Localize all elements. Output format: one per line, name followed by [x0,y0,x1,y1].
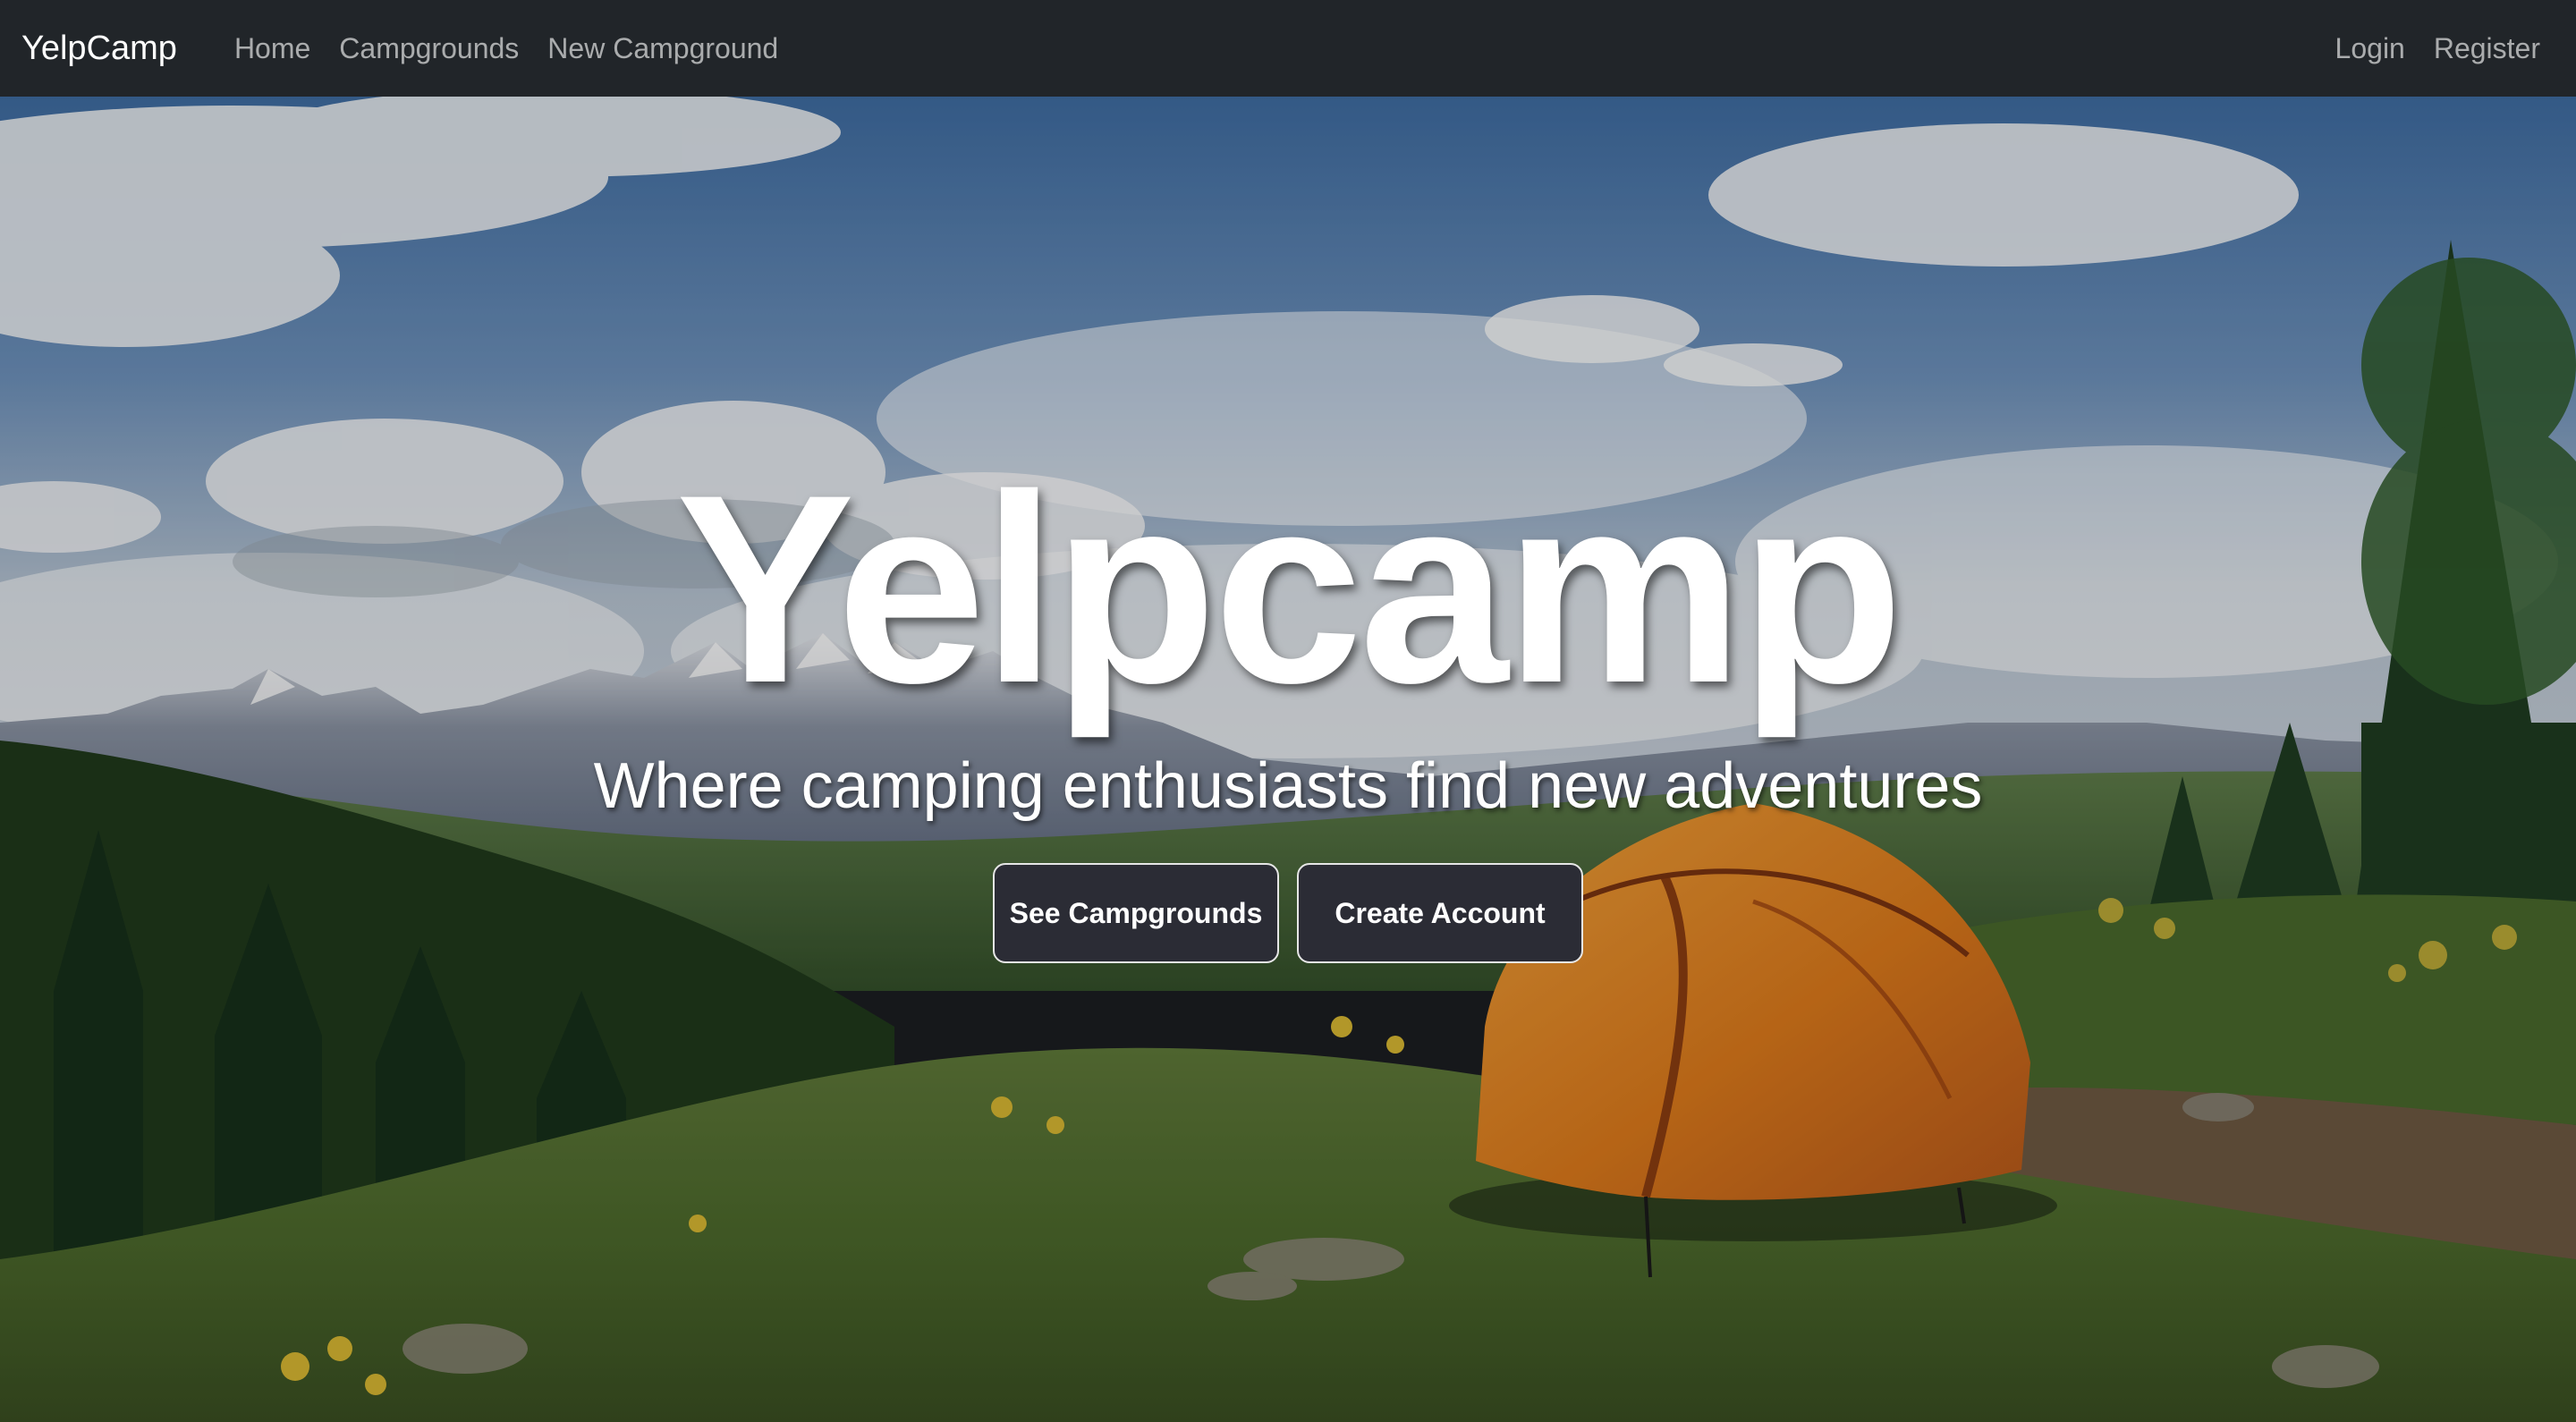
nav-link-login[interactable]: Login [2321,32,2419,65]
hero-subtitle: Where camping enthusiasts find new adven… [593,750,1983,822]
landing-page: YelpCamp Home Campgrounds New Campground… [0,0,2576,1422]
top-navbar: YelpCamp Home Campgrounds New Campground… [0,0,2576,97]
hero-actions: See Campgrounds Create Account [0,863,2576,963]
nav-link-home[interactable]: Home [220,32,325,65]
nav-link-register[interactable]: Register [2419,32,2555,65]
hero-title: Yelpcamp [675,438,1904,739]
see-campgrounds-button[interactable]: See Campgrounds [993,863,1279,963]
nav-link-new-campground[interactable]: New Campground [533,32,792,65]
nav-links: Home Campgrounds New Campground [220,32,792,65]
create-account-button[interactable]: Create Account [1297,863,1583,963]
auth-links: Login Register [2321,32,2555,65]
brand-logo-link[interactable]: YelpCamp [21,30,177,68]
hero-section: Yelpcamp Where camping enthusiasts find … [0,97,2576,1422]
nav-link-campgrounds[interactable]: Campgrounds [325,32,533,65]
